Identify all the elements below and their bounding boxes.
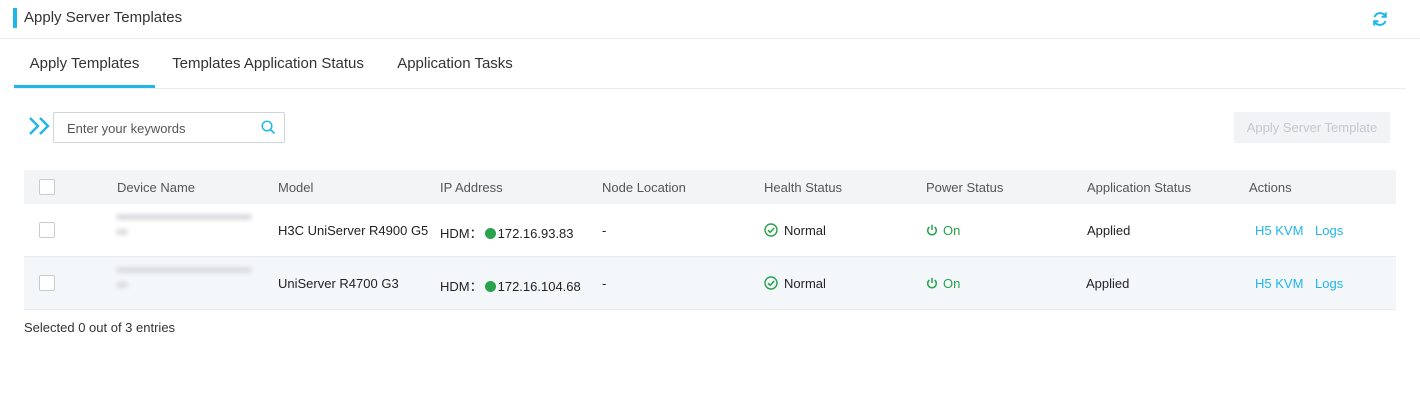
power-icon (927, 224, 937, 236)
tab-apply-templates[interactable]: Apply Templates (14, 40, 155, 88)
h5-kvm-link[interactable]: H5 KVM (1255, 223, 1303, 238)
table-row: UniServer R4700 G3 HDM： 172.16.104.68 - N… (24, 257, 1396, 310)
templates-table: Device Name Model IP Address Node Locati… (24, 170, 1396, 310)
search-input[interactable] (65, 118, 249, 138)
column-model: Model (278, 180, 314, 195)
ip-status-dot-icon (484, 228, 496, 239)
node-location-value: - (602, 276, 607, 291)
logs-link[interactable]: Logs (1315, 276, 1343, 291)
column-ip-address: IP Address (440, 180, 503, 195)
page-header: Apply Server Templates (0, 0, 1420, 39)
node-location-value: - (602, 223, 607, 238)
model-value: H3C UniServer R4900 G5 (278, 223, 429, 238)
select-all-checkbox[interactable] (39, 179, 55, 195)
row-checkbox[interactable] (39, 222, 55, 238)
check-circle-icon (764, 276, 778, 290)
ip-value: 172.16.104.68 (497, 279, 581, 294)
ip-value: 172.16.93.83 (497, 226, 574, 241)
ip-address-value: HDM： 172.16.104.68 (440, 276, 581, 295)
application-status-value: Applied (1087, 223, 1131, 238)
power-text: On (943, 223, 961, 238)
apply-server-template-button[interactable]: Apply Server Template (1234, 112, 1390, 143)
title-accent-bar (13, 8, 17, 28)
refresh-icon[interactable] (1370, 9, 1390, 29)
column-health-status: Health Status (764, 180, 843, 195)
health-text: Normal (784, 223, 826, 238)
power-status-value: On (926, 223, 960, 238)
column-application-status: Application Status (1087, 180, 1192, 195)
column-device-name: Device Name (117, 180, 196, 195)
ip-prefix: HDM： (440, 279, 483, 294)
selection-summary: Selected 0 out of 3 entries (24, 320, 176, 335)
device-name-redacted (116, 214, 256, 248)
tab-templates-application-status[interactable]: Templates Application Status (165, 40, 371, 86)
expand-filter-icon[interactable] (28, 116, 52, 136)
table-row: H3C UniServer R4900 G5 HDM： 172.16.93.83 … (24, 204, 1396, 257)
health-text: Normal (784, 276, 826, 291)
power-icon (927, 277, 937, 289)
page-title: Apply Server Templates (24, 9, 183, 26)
power-text: On (943, 276, 961, 291)
health-status-value: Normal (764, 223, 826, 238)
application-status-value: Applied (1086, 276, 1130, 291)
tab-application-tasks[interactable]: Application Tasks (389, 40, 521, 86)
health-status-value: Normal (764, 276, 826, 291)
tab-bar: Apply Templates Templates Application St… (14, 40, 1406, 89)
column-actions: Actions (1249, 180, 1292, 195)
actions-cell: H5 KVM Logs (1255, 223, 1343, 238)
model-value: UniServer R4700 G3 (278, 276, 399, 291)
logs-link[interactable]: Logs (1315, 223, 1343, 238)
search-box (53, 112, 285, 143)
search-icon[interactable] (261, 120, 276, 135)
column-power-status: Power Status (926, 180, 1004, 195)
device-name-redacted (116, 267, 256, 301)
check-circle-icon (764, 223, 778, 237)
h5-kvm-link[interactable]: H5 KVM (1255, 276, 1303, 291)
ip-status-dot-icon (484, 281, 496, 292)
actions-cell: H5 KVM Logs (1255, 276, 1343, 291)
row-checkbox[interactable] (39, 275, 55, 291)
power-status-value: On (926, 276, 960, 291)
ip-address-value: HDM： 172.16.93.83 (440, 223, 574, 242)
column-node-location: Node Location (602, 180, 686, 195)
ip-prefix: HDM： (440, 226, 483, 241)
table-header: Device Name Model IP Address Node Locati… (24, 170, 1396, 204)
